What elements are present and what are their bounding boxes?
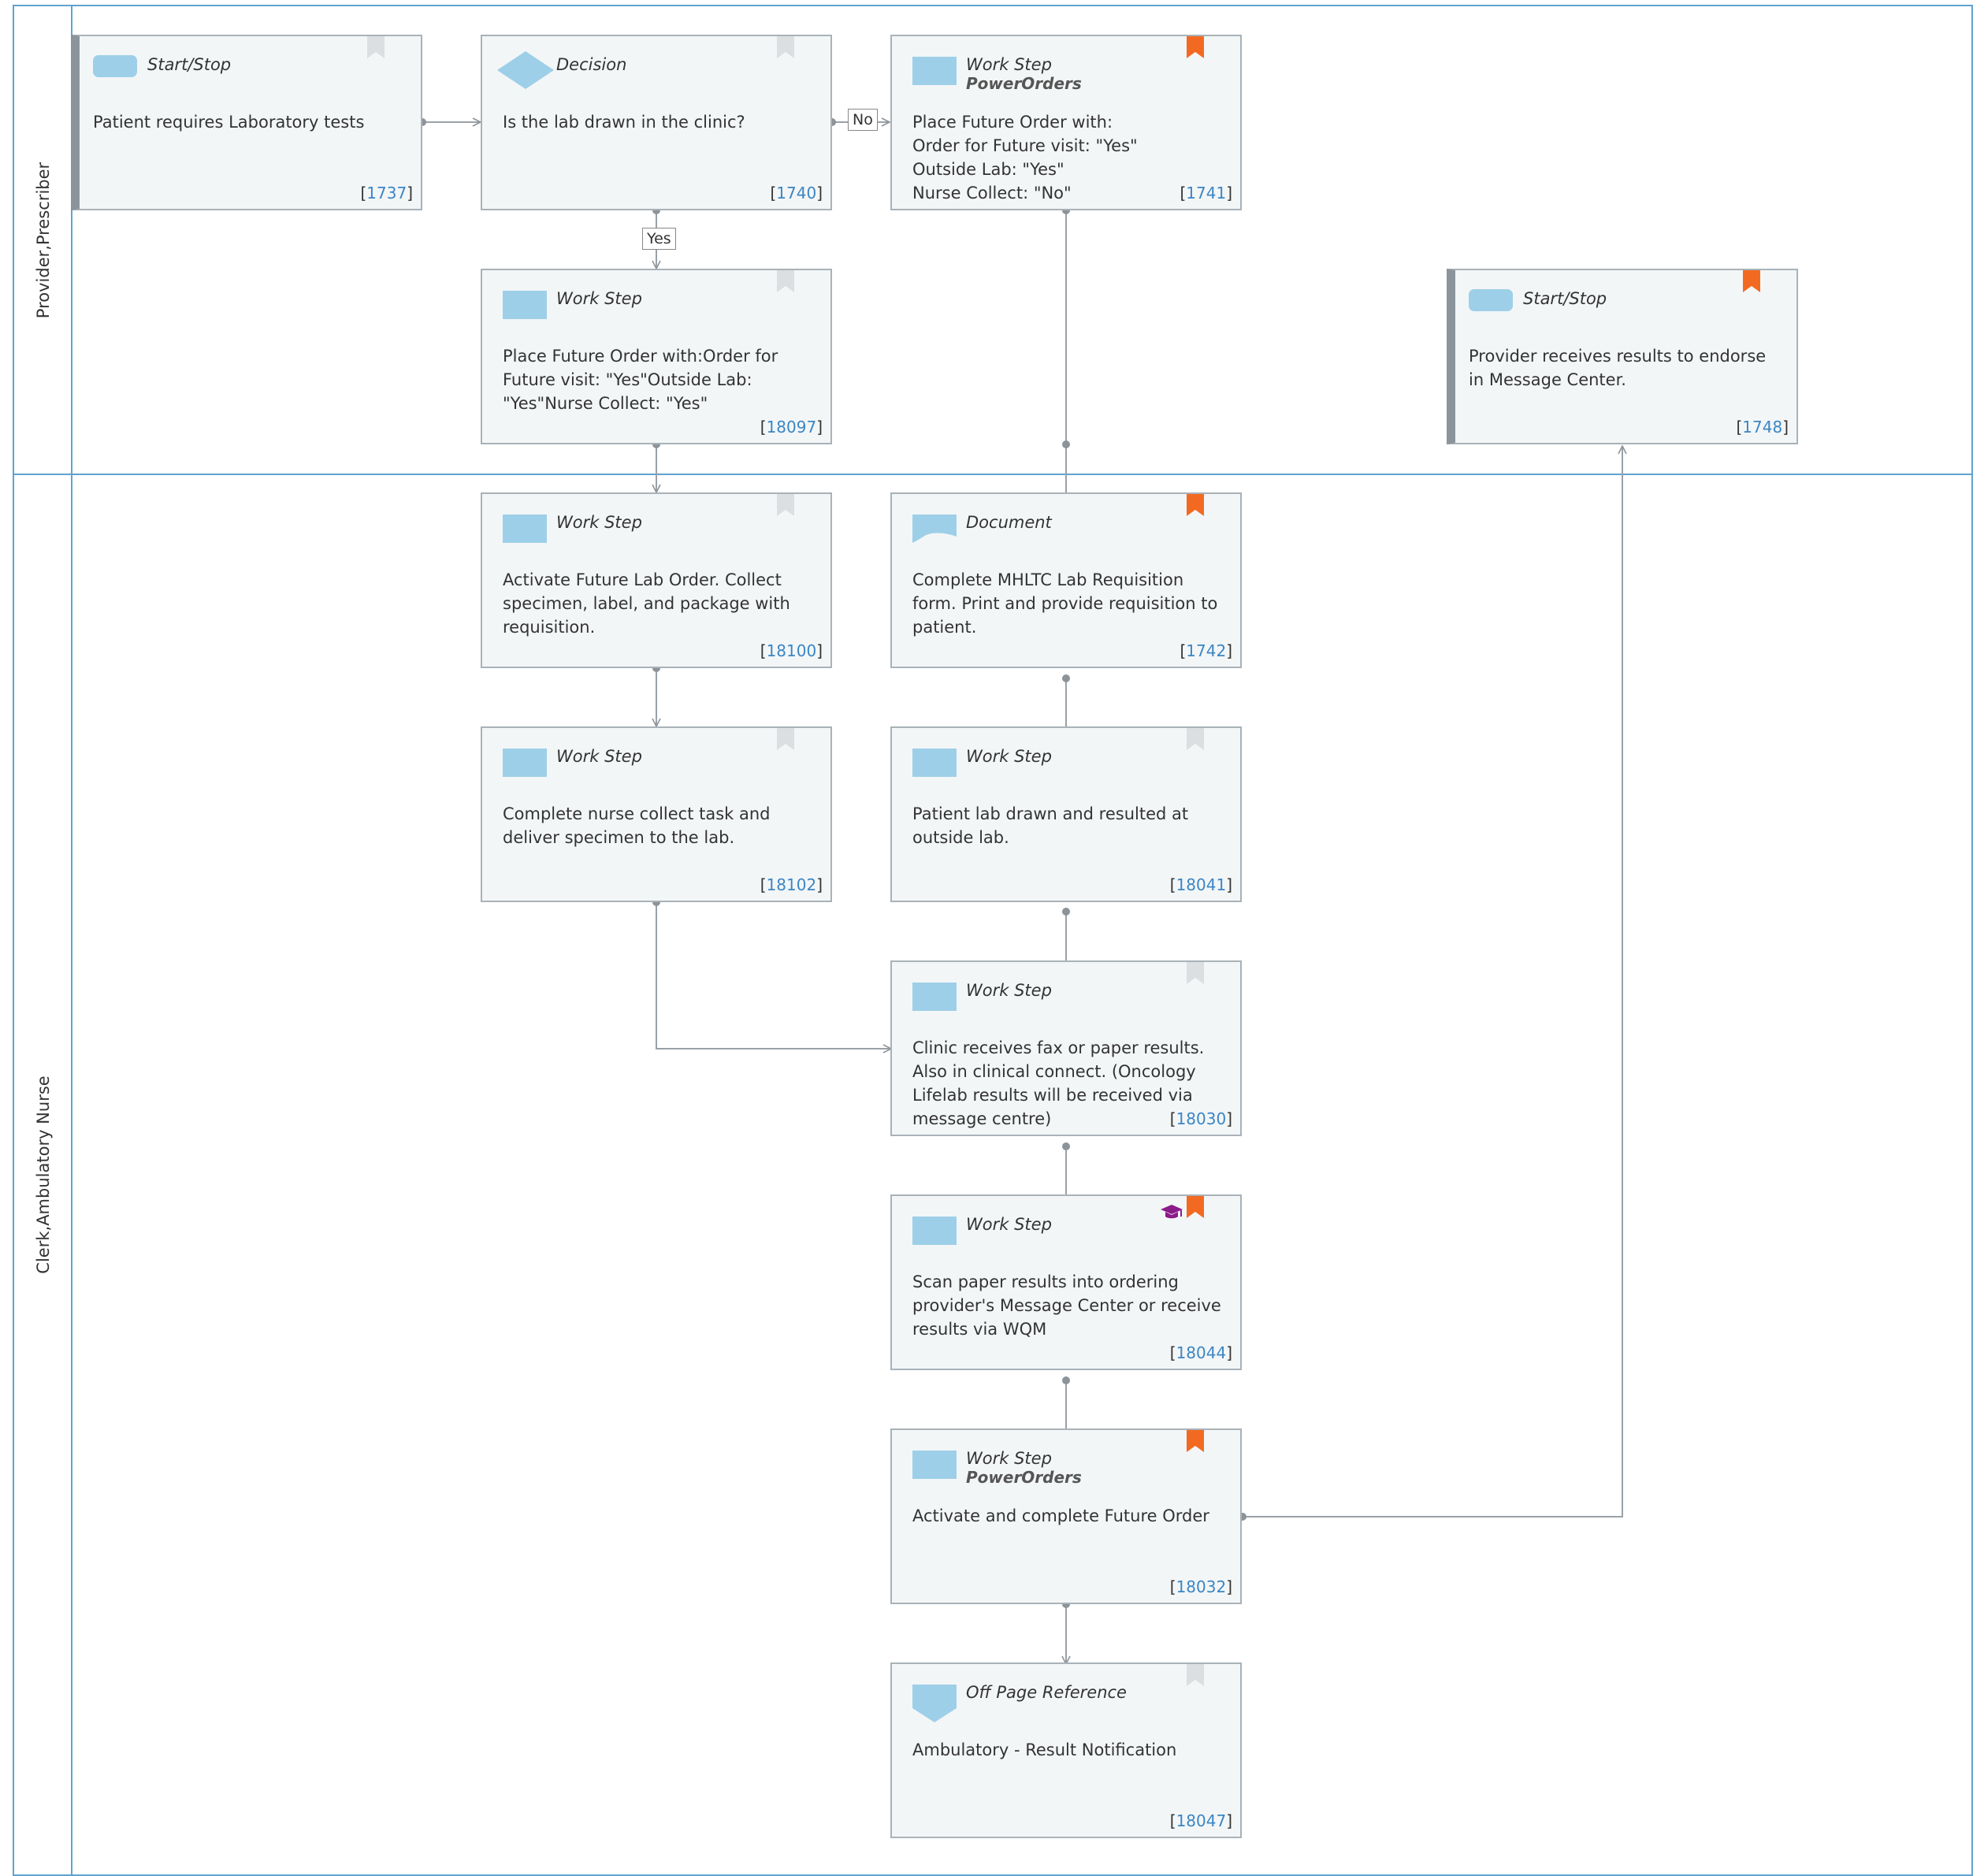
bookmark-icon[interactable] (1187, 1430, 1204, 1452)
document-shape-icon (912, 515, 957, 543)
bookmark-icon[interactable] (1187, 962, 1204, 984)
bookmark-icon[interactable] (1187, 494, 1204, 516)
node-text: Activate Future Lab Order. Collect speci… (503, 570, 790, 637)
node-id[interactable]: [18032] (1170, 1577, 1232, 1596)
bookmark-icon[interactable] (1743, 270, 1760, 292)
node-type: Work Step (966, 747, 1052, 766)
node-text: Patient requires Laboratory tests (93, 113, 365, 132)
node-id-link[interactable]: 18047 (1176, 1811, 1227, 1830)
decision-diamond-icon (503, 47, 547, 91)
node-id[interactable]: [18041] (1170, 875, 1232, 894)
node-id[interactable]: [1748] (1736, 418, 1789, 436)
node-type: Work Step (556, 513, 642, 532)
start-stop-shape-icon (93, 55, 137, 77)
node-id[interactable]: [1740] (770, 184, 823, 202)
node-text: Patient lab drawn and resulted at outsid… (912, 804, 1189, 847)
connector-18032-1748 (1243, 446, 1622, 1518)
node-id-link[interactable]: 1748 (1742, 418, 1782, 436)
bookmark-icon[interactable] (777, 270, 794, 292)
node-id-link[interactable]: 18100 (767, 641, 817, 660)
bookmark-icon[interactable] (1187, 1196, 1204, 1218)
node-type: Work Step (966, 1449, 1052, 1468)
work-step-shape-icon (503, 749, 547, 777)
node-type: Decision (556, 55, 627, 74)
node-workstep-1741[interactable]: Work Step PowerOrders Place Future Order… (890, 35, 1242, 210)
node-type: Start/Stop (1523, 289, 1607, 308)
node-id-link[interactable]: 18097 (767, 418, 817, 436)
node-id[interactable]: [1737] (360, 184, 413, 202)
node-id-link[interactable]: 18032 (1176, 1577, 1227, 1596)
node-decision-1740[interactable]: Decision Is the lab drawn in the clinic?… (481, 35, 832, 210)
bookmark-icon[interactable] (777, 494, 794, 516)
node-subtype: PowerOrders (966, 1468, 1082, 1487)
node-type: Off Page Reference (966, 1683, 1127, 1702)
work-step-shape-icon (912, 1217, 957, 1245)
bookmark-icon[interactable] (1187, 728, 1204, 750)
edge-label-no: No (848, 109, 878, 131)
node-text: Place Future Order with: Order for Futur… (912, 113, 1138, 202)
node-id[interactable]: [18102] (760, 875, 823, 894)
bookmark-icon[interactable] (1187, 36, 1204, 58)
node-id[interactable]: [18047] (1170, 1811, 1232, 1830)
work-step-shape-icon (912, 983, 957, 1011)
node-id[interactable]: [18097] (760, 418, 823, 436)
node-workstep-18032[interactable]: Work Step PowerOrders Activate and compl… (890, 1428, 1242, 1604)
node-start-1737[interactable]: Start/Stop Patient requires Laboratory t… (71, 35, 422, 210)
bookmark-icon[interactable] (1187, 1664, 1204, 1686)
node-text: Place Future Order with:Order for Future… (503, 347, 778, 413)
node-subtype: PowerOrders (966, 74, 1082, 93)
graduation-cap-icon[interactable] (1160, 1202, 1183, 1221)
node-offpage-18047[interactable]: Off Page Reference Ambulatory - Result N… (890, 1662, 1242, 1838)
flowchart-canvas: Provider,Prescriber Clerk,Ambulatory Nur… (0, 0, 1984, 1876)
node-document-1742[interactable]: Document Complete MHLTC Lab Requisition … (890, 492, 1242, 668)
node-id[interactable]: [18030] (1170, 1109, 1232, 1128)
node-workstep-18044[interactable]: Work Step Scan paper results into orderi… (890, 1194, 1242, 1370)
edge-label-yes: Yes (642, 228, 676, 250)
node-id-link[interactable]: 18044 (1176, 1343, 1227, 1362)
node-type: Work Step (556, 747, 642, 766)
node-type: Work Step (966, 55, 1052, 74)
node-workstep-18100[interactable]: Work Step Activate Future Lab Order. Col… (481, 492, 832, 668)
bookmark-icon[interactable] (777, 728, 794, 750)
node-id-link[interactable]: 18041 (1176, 875, 1227, 894)
node-id[interactable]: [18044] (1170, 1343, 1232, 1362)
node-id[interactable]: [18100] (760, 641, 823, 660)
node-text: Ambulatory - Result Notification (912, 1740, 1177, 1759)
node-id[interactable]: [1742] (1180, 641, 1232, 660)
node-id-link[interactable]: 18102 (767, 875, 817, 894)
node-type: Start/Stop (147, 55, 232, 74)
node-id-link[interactable]: 18030 (1176, 1109, 1227, 1128)
node-id-link[interactable]: 1742 (1186, 641, 1226, 660)
node-text: Is the lab drawn in the clinic? (503, 113, 745, 132)
node-workstep-18030[interactable]: Work Step Clinic receives fax or paper r… (890, 960, 1242, 1136)
node-text: Complete nurse collect task and deliver … (503, 804, 771, 847)
work-step-shape-icon (503, 515, 547, 543)
bookmark-icon[interactable] (777, 36, 794, 58)
work-step-shape-icon (912, 57, 957, 85)
node-start-1748[interactable]: Start/Stop Provider receives results to … (1447, 269, 1798, 444)
node-workstep-18041[interactable]: Work Step Patient lab drawn and resulted… (890, 726, 1242, 902)
connector-18102-18030 (656, 902, 891, 1049)
node-workstep-18097[interactable]: Work Step Place Future Order with:Order … (481, 269, 832, 444)
node-type: Work Step (556, 289, 642, 308)
node-type: Work Step (966, 1215, 1052, 1234)
node-workstep-18102[interactable]: Work Step Complete nurse collect task an… (481, 726, 832, 902)
node-id-link[interactable]: 1740 (776, 184, 816, 202)
node-id-link[interactable]: 1737 (366, 184, 407, 202)
node-type: Document (966, 513, 1052, 532)
work-step-shape-icon (503, 291, 547, 319)
off-page-reference-icon (912, 1685, 957, 1724)
node-text: Complete MHLTC Lab Requisition form. Pri… (912, 570, 1218, 637)
bookmark-icon[interactable] (367, 36, 385, 58)
node-id-link[interactable]: 1741 (1186, 184, 1226, 202)
node-type: Work Step (966, 981, 1052, 1000)
node-text: Provider receives results to endorse in … (1469, 347, 1767, 389)
work-step-shape-icon (912, 1451, 957, 1479)
work-step-shape-icon (912, 749, 957, 777)
node-text: Activate and complete Future Order (912, 1506, 1209, 1525)
node-text: Scan paper results into ordering provide… (912, 1272, 1221, 1339)
node-id[interactable]: [1741] (1180, 184, 1232, 202)
node-text: Clinic receives fax or paper results. Al… (912, 1038, 1205, 1128)
start-stop-shape-icon (1469, 289, 1513, 311)
